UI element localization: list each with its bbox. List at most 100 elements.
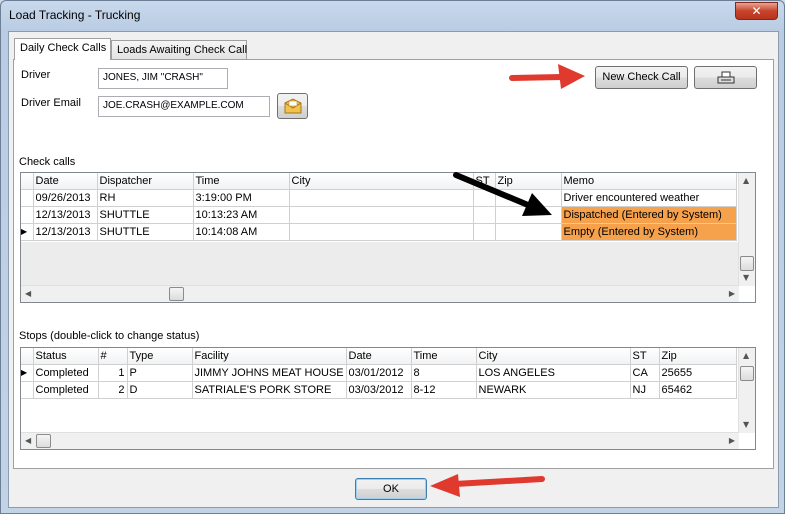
- cell-zip[interactable]: [495, 223, 562, 241]
- daily-check-calls-panel: Driver JONES, JIM "CRASH" Driver Email J…: [13, 59, 774, 469]
- cell-zip[interactable]: [495, 206, 562, 224]
- cell-type[interactable]: P: [127, 364, 193, 382]
- cell-status[interactable]: Completed: [33, 364, 99, 382]
- tab-loads-awaiting-check-call[interactable]: Loads Awaiting Check Call: [111, 40, 247, 60]
- cell-memo-highlighted[interactable]: Empty (Entered by System): [561, 223, 737, 241]
- scrollbar-thumb[interactable]: [36, 434, 51, 448]
- title-bar[interactable]: Load Tracking - Trucking ✕: [1, 1, 784, 31]
- cell-zip[interactable]: [495, 189, 562, 207]
- cell-city[interactable]: [289, 223, 474, 241]
- scrollbar-thumb[interactable]: [169, 287, 184, 301]
- column-header-facility[interactable]: Facility: [192, 348, 347, 365]
- column-header-time[interactable]: Time: [411, 348, 477, 365]
- row-header-corner: [21, 173, 34, 190]
- check-calls-grid: Date Dispatcher Time City ST Zip Memo 09…: [20, 172, 756, 303]
- cell-status[interactable]: Completed: [33, 381, 99, 399]
- row-selector[interactable]: [21, 381, 34, 399]
- cell-time[interactable]: 10:13:23 AM: [193, 206, 290, 224]
- cell-number[interactable]: 2: [98, 381, 128, 399]
- check-calls-horizontal-scrollbar[interactable]: ◀ ▶: [21, 285, 739, 302]
- column-header-time[interactable]: Time: [193, 173, 290, 190]
- scroll-right-arrow-icon[interactable]: ▶: [729, 436, 735, 445]
- cell-date[interactable]: 12/13/2013: [33, 206, 98, 224]
- scroll-down-arrow-icon[interactable]: ▼: [743, 273, 749, 282]
- cell-st[interactable]: CA: [630, 364, 660, 382]
- current-row-indicator-icon[interactable]: ▶: [21, 223, 34, 241]
- cell-city[interactable]: [289, 189, 474, 207]
- table-row-current[interactable]: ▶ Completed 1 P JIMMY JOHNS MEAT HOUSE 0…: [21, 364, 737, 382]
- scrollbar-thumb[interactable]: [740, 366, 754, 381]
- column-header-memo[interactable]: Memo: [561, 173, 737, 190]
- check-calls-vertical-scrollbar[interactable]: ▲ ▼: [738, 173, 755, 286]
- send-email-button[interactable]: [277, 93, 308, 119]
- row-selector[interactable]: [21, 189, 34, 207]
- new-check-call-button[interactable]: New Check Call: [595, 66, 688, 89]
- cell-st[interactable]: [473, 223, 496, 241]
- column-header-city[interactable]: City: [476, 348, 631, 365]
- column-header-city[interactable]: City: [289, 173, 474, 190]
- cell-city[interactable]: [289, 206, 474, 224]
- table-row[interactable]: 12/13/2013 SHUTTLE 10:13:23 AM Dispatche…: [21, 206, 737, 224]
- close-button[interactable]: ✕: [735, 2, 778, 20]
- cell-st[interactable]: NJ: [630, 381, 660, 399]
- stops-label: Stops (double-click to change status): [19, 330, 200, 342]
- print-button[interactable]: [694, 66, 757, 89]
- scrollbar-thumb[interactable]: [740, 256, 754, 271]
- cell-date[interactable]: 03/01/2012: [346, 364, 412, 382]
- column-header-number[interactable]: #: [98, 348, 128, 365]
- cell-city[interactable]: LOS ANGELES: [476, 364, 631, 382]
- scroll-up-arrow-icon[interactable]: ▲: [743, 351, 749, 360]
- cell-date[interactable]: 12/13/2013: [33, 223, 98, 241]
- cell-dispatcher[interactable]: SHUTTLE: [97, 206, 194, 224]
- cell-facility[interactable]: SATRIALE'S PORK STORE: [192, 381, 347, 399]
- stops-horizontal-scrollbar[interactable]: ◀ ▶: [21, 432, 739, 449]
- row-selector[interactable]: [21, 206, 34, 224]
- cell-zip[interactable]: 65462: [659, 381, 737, 399]
- stops-vertical-scrollbar[interactable]: ▲ ▼: [738, 348, 755, 433]
- cell-time[interactable]: 10:14:08 AM: [193, 223, 290, 241]
- column-header-st[interactable]: ST: [630, 348, 660, 365]
- column-header-zip[interactable]: Zip: [659, 348, 737, 365]
- cell-time[interactable]: 8-12: [411, 381, 477, 399]
- cell-date[interactable]: 03/03/2012: [346, 381, 412, 399]
- cell-number[interactable]: 1: [98, 364, 128, 382]
- cell-memo-highlighted[interactable]: Dispatched (Entered by System): [561, 206, 737, 224]
- cell-dispatcher[interactable]: RH: [97, 189, 194, 207]
- cell-type[interactable]: D: [127, 381, 193, 399]
- column-header-zip[interactable]: Zip: [495, 173, 562, 190]
- check-calls-label: Check calls: [19, 156, 76, 168]
- driver-email-field[interactable]: JOE.CRASH@EXAMPLE.COM: [98, 96, 270, 117]
- driver-email-label: Driver Email: [21, 97, 81, 109]
- scroll-right-arrow-icon[interactable]: ▶: [729, 289, 735, 298]
- driver-field[interactable]: JONES, JIM "CRASH": [98, 68, 228, 89]
- cell-dispatcher[interactable]: SHUTTLE: [97, 223, 194, 241]
- cell-city[interactable]: NEWARK: [476, 381, 631, 399]
- stops-grid: Status # Type Facility Date Time City ST…: [20, 347, 756, 450]
- scroll-left-arrow-icon[interactable]: ◀: [25, 289, 31, 298]
- cell-zip[interactable]: 25655: [659, 364, 737, 382]
- cell-memo[interactable]: Driver encountered weather: [561, 189, 737, 207]
- column-header-date[interactable]: Date: [33, 173, 98, 190]
- scroll-up-arrow-icon[interactable]: ▲: [743, 176, 749, 185]
- cell-st[interactable]: [473, 189, 496, 207]
- stops-table: Status # Type Facility Date Time City ST…: [21, 348, 737, 399]
- column-header-date[interactable]: Date: [346, 348, 412, 365]
- ok-button[interactable]: OK: [355, 478, 427, 500]
- cell-time[interactable]: 8: [411, 364, 477, 382]
- cell-st[interactable]: [473, 206, 496, 224]
- cell-time[interactable]: 3:19:00 PM: [193, 189, 290, 207]
- cell-date[interactable]: 09/26/2013: [33, 189, 98, 207]
- driver-label: Driver: [21, 69, 51, 81]
- column-header-type[interactable]: Type: [127, 348, 193, 365]
- column-header-status[interactable]: Status: [33, 348, 99, 365]
- scroll-left-arrow-icon[interactable]: ◀: [25, 436, 31, 445]
- table-row-current[interactable]: ▶ 12/13/2013 SHUTTLE 10:14:08 AM Empty (…: [21, 223, 737, 241]
- table-row[interactable]: 09/26/2013 RH 3:19:00 PM Driver encounte…: [21, 189, 737, 207]
- current-row-indicator-icon[interactable]: ▶: [21, 364, 34, 382]
- column-header-st[interactable]: ST: [473, 173, 496, 190]
- cell-facility[interactable]: JIMMY JOHNS MEAT HOUSE: [192, 364, 347, 382]
- table-row[interactable]: Completed 2 D SATRIALE'S PORK STORE 03/0…: [21, 381, 737, 399]
- column-header-dispatcher[interactable]: Dispatcher: [97, 173, 194, 190]
- scroll-down-arrow-icon[interactable]: ▼: [743, 420, 749, 429]
- tab-daily-check-calls[interactable]: Daily Check Calls: [14, 38, 111, 60]
